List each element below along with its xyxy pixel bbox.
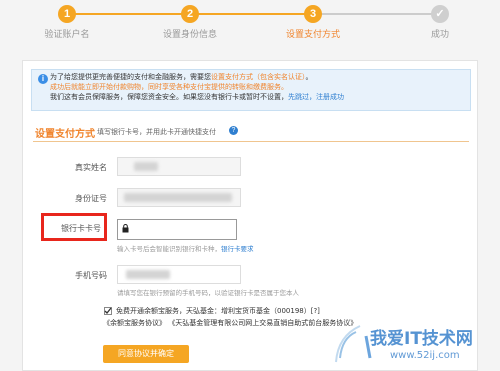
watermark-brand: 我爱IT技术网 — [370, 329, 473, 349]
step-2-label: 设置身份信息 — [162, 30, 217, 40]
card-hint-text: 输入卡号后会智能识别银行和卡种， — [117, 245, 221, 253]
step-progress: 1 2 3 ✓ 验证账户名 设置身份信息 设置支付方式 成功 — [0, 0, 500, 48]
section-divider — [33, 141, 469, 142]
notice-text: 为了给您提供更完善便捷的支付和金融服务，需要您 — [50, 73, 211, 81]
lock-icon — [122, 224, 129, 233]
redacted-id — [124, 193, 232, 202]
phone-label: 手机号码 — [75, 271, 107, 280]
section-subtitle: 填写银行卡号，并用此卡开通快捷支付 — [97, 128, 216, 136]
step-4-check-icon: ✓ — [431, 5, 449, 23]
step-connector — [72, 13, 182, 15]
agreement-links[interactable]: 《余额宝服务协议》 《天弘基金管理有限公司网上交易直销自助式前台服务协议》 — [103, 318, 357, 328]
agree-checkbox[interactable] — [104, 307, 112, 315]
site-watermark: 我爱IT技术网 www.52ij.com — [330, 318, 500, 371]
step-2-circle: 2 — [181, 5, 199, 23]
id-label: 身份证号 — [75, 194, 107, 203]
name-field — [117, 157, 241, 176]
notice-text: 。 — [305, 73, 313, 81]
notice-line-2: 成功后就能立即开始付款购物，同时享受各种支付宝提供的转账和缴费服务。 — [50, 83, 288, 91]
redacted-phone — [126, 270, 170, 279]
card-hint: 输入卡号后会智能识别银行和卡种，银行卡要求 — [117, 243, 254, 253]
step-3-circle: 3 — [304, 5, 322, 23]
step-3-label: 设置支付方式 — [285, 30, 340, 40]
notice-text: 我们这有会员保障服务，保障您资金安全。如果您没有银行卡或暂时不设置， — [50, 93, 288, 101]
section-title: 设置支付方式 — [35, 129, 95, 140]
help-icon[interactable]: ? — [229, 126, 238, 135]
redacted-name — [134, 162, 158, 171]
name-label: 真实姓名 — [75, 163, 107, 172]
card-requirements-link[interactable]: 银行卡要求 — [221, 245, 254, 253]
step-1-label: 验证账户名 — [44, 30, 90, 40]
info-icon: i — [38, 74, 48, 84]
skip-link[interactable]: 先跳过，注册成功 — [288, 93, 344, 101]
phone-input[interactable] — [117, 265, 241, 284]
notice-line-3: 我们这有会员保障服务，保障您资金安全。如果您没有银行卡或暂时不设置，先跳过，注册… — [50, 93, 344, 102]
confirm-button[interactable]: 同意协议并确定 — [103, 345, 189, 363]
step-connector — [196, 13, 306, 15]
notice-highlight: 设置支付方式（包含实名认证） — [211, 73, 306, 81]
checkmark-icon — [104, 307, 112, 314]
card-number-input[interactable] — [117, 219, 237, 240]
phone-hint: 请填写您在银行预留的手机号码，以验证银行卡是否属于您本人 — [117, 289, 299, 297]
notice-line-1: 为了给您提供更完善便捷的支付和金融服务，需要您设置支付方式（包含实名认证）。 — [50, 73, 313, 82]
page: 1 2 3 ✓ 验证账户名 设置身份信息 设置支付方式 成功 i 为了给您提供更… — [0, 0, 500, 371]
watermark-url: www.52ij.com — [390, 350, 460, 361]
step-1-circle: 1 — [58, 5, 76, 23]
yuebao-agree-text: 免费开通余额宝服务，天弘基金：增利宝货币基金（000198）[?] — [116, 307, 320, 315]
info-notice: i 为了给您提供更完善便捷的支付和金融服务，需要您设置支付方式（包含实名认证）。… — [31, 69, 471, 111]
step-connector — [320, 13, 432, 15]
step-4-label: 成功 — [430, 30, 449, 40]
card-number-label: 银行卡卡号 — [61, 224, 101, 233]
id-field — [117, 188, 241, 207]
